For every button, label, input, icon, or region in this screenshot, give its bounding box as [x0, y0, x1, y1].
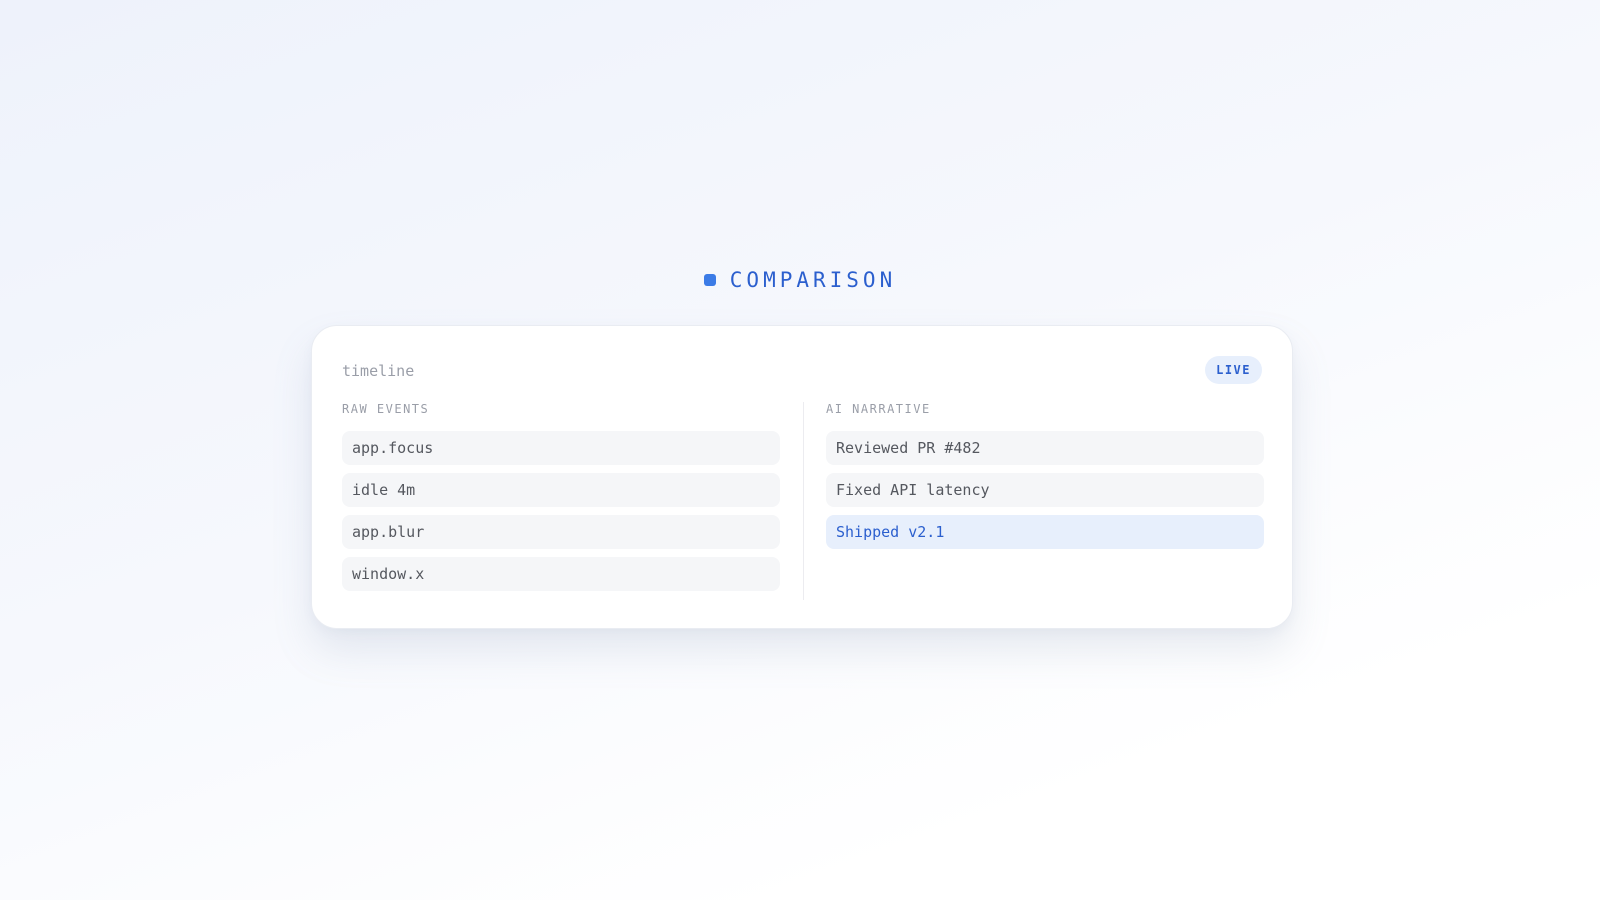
section-title: COMPARISON — [729, 268, 897, 292]
raw-events-column: RAW EVENTS app.focus idle 4m app.blur wi… — [342, 402, 780, 599]
raw-event-item: app.blur — [342, 515, 780, 549]
comparison-card: timeline LIVE RAW EVENTS app.focus idle … — [311, 325, 1293, 629]
narrative-item-highlighted: Shipped v2.1 — [826, 515, 1264, 549]
column-divider — [803, 402, 804, 600]
raw-event-item: window.x — [342, 557, 780, 591]
raw-events-label: RAW EVENTS — [342, 402, 430, 416]
raw-event-item: idle 4m — [342, 473, 780, 507]
square-bullet-icon — [703, 274, 716, 286]
ai-narrative-column: AI NARRATIVE Reviewed PR #482 Fixed API … — [826, 402, 1264, 557]
ai-narrative-label: AI NARRATIVE — [826, 402, 931, 416]
narrative-item: Reviewed PR #482 — [826, 431, 1264, 465]
narrative-item: Fixed API latency — [826, 473, 1264, 507]
raw-event-item: app.focus — [342, 431, 780, 465]
live-badge: LIVE — [1205, 356, 1262, 384]
card-title: timeline — [342, 362, 415, 380]
section-heading: COMPARISON — [0, 268, 1600, 292]
